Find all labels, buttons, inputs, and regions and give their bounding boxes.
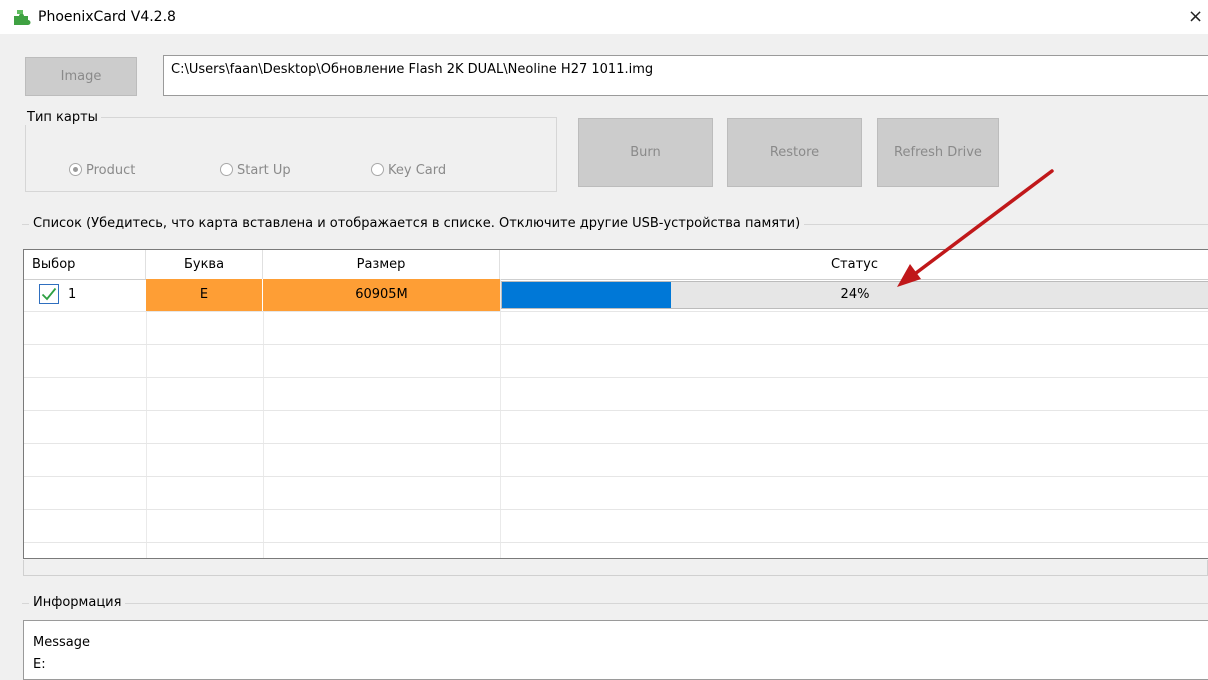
radio-product[interactable]: Product [69, 163, 135, 178]
puzzle-icon [14, 10, 31, 25]
refresh-drive-button[interactable]: Refresh Drive [877, 118, 999, 187]
table-row[interactable] [24, 312, 1208, 345]
row-index: 1 [68, 287, 77, 302]
radio-checked-icon [69, 163, 82, 176]
title-bar: PhoenixCard V4.2.8 × [0, 0, 1208, 34]
checkmark-icon [41, 287, 57, 301]
image-path-field[interactable]: C:\Users\faan\Desktop\Обновление Flash 2… [163, 55, 1208, 96]
info-line: Message [33, 635, 90, 650]
radio-start-up-label: Start Up [237, 163, 291, 178]
radio-product-label: Product [86, 163, 136, 178]
device-table: Выбор Буква Размер Статус 1 E 60905M 24% [23, 249, 1208, 559]
drive-size-cell: 60905M [263, 279, 500, 311]
radio-unchecked-icon [371, 163, 384, 176]
radio-unchecked-icon [220, 163, 233, 176]
info-line: E: [33, 657, 46, 672]
table-row[interactable] [24, 510, 1208, 543]
table-row[interactable]: 1 E 60905M 24% [24, 279, 1208, 312]
info-legend: Информация [29, 595, 126, 610]
column-header-select[interactable]: Выбор [24, 250, 146, 279]
list-legend: Список (Убедитесь, что карта вставлена и… [29, 216, 805, 231]
column-header-size[interactable]: Размер [263, 250, 500, 279]
select-cell[interactable]: 1 [24, 279, 146, 311]
radio-key-card[interactable]: Key Card [371, 163, 446, 178]
table-row[interactable] [24, 378, 1208, 411]
image-button[interactable]: Image [25, 57, 137, 96]
close-button[interactable]: × [1188, 4, 1208, 30]
card-type-legend: Тип карты [27, 110, 98, 125]
progress-bar: 24% [501, 281, 1208, 309]
info-log[interactable]: Message E: [23, 620, 1208, 680]
status-cell: 24% [501, 279, 1208, 311]
column-header-letter[interactable]: Буква [146, 250, 263, 279]
column-header-status[interactable]: Статус [500, 250, 1208, 279]
table-row[interactable] [24, 411, 1208, 444]
window-title: PhoenixCard V4.2.8 [38, 9, 176, 25]
table-row[interactable] [24, 444, 1208, 477]
radio-key-card-label: Key Card [388, 163, 447, 178]
table-header: Выбор Буква Размер Статус [24, 250, 1208, 280]
progress-text: 24% [840, 287, 870, 302]
table-row[interactable] [24, 345, 1208, 378]
table-bottom-bar [23, 560, 1208, 576]
row-checkbox[interactable] [39, 284, 59, 304]
table-row[interactable] [24, 477, 1208, 510]
burn-button[interactable]: Burn [578, 118, 713, 187]
drive-letter-cell: E [146, 279, 263, 311]
radio-start-up[interactable]: Start Up [220, 163, 291, 178]
info-group-border [22, 603, 1208, 604]
card-type-group: Тип карты Product Start Up Key Card [25, 110, 557, 192]
restore-button[interactable]: Restore [727, 118, 862, 187]
